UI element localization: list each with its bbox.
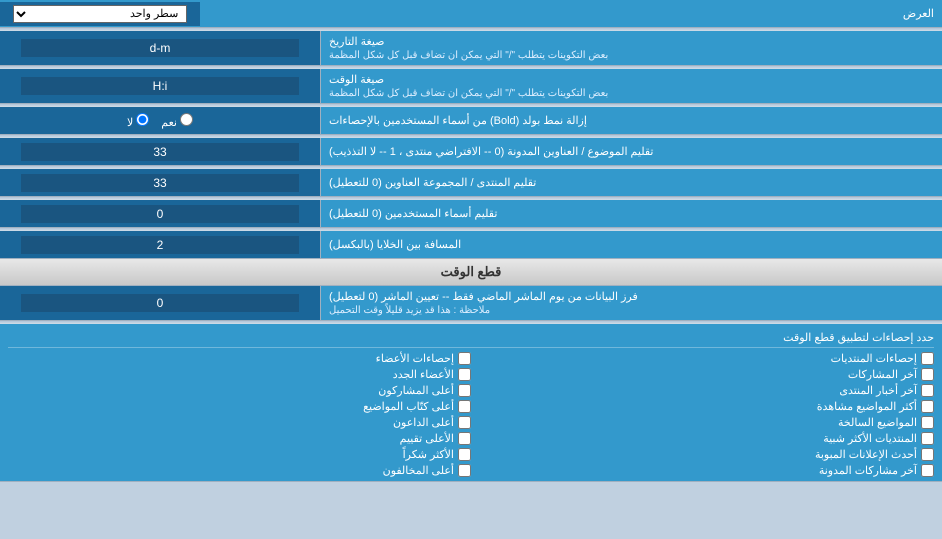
members-stats-label: إحصاءات الأعضاء (376, 352, 454, 365)
list-item: إحصاءات الأعضاء (8, 352, 471, 365)
date-format-input[interactable] (21, 39, 298, 57)
list-item: المواضيع السالخة (471, 416, 934, 429)
most-thanks-label: الأكثر شكراً (403, 448, 454, 461)
top-writers-label: أعلى كتّاب المواضيع (363, 400, 454, 413)
display-row: العرض سطر واحد سطرين ثلاثة أسطر (0, 0, 942, 28)
last-news-checkbox[interactable] (921, 384, 934, 397)
list-item: المنتديات الأكثر شبية (471, 432, 934, 445)
list-item: أعلى المخالفون (8, 464, 471, 477)
list-item: آخر مشاركات المدونة (471, 464, 934, 477)
display-select-wrapper: سطر واحد سطرين ثلاثة أسطر (0, 2, 200, 26)
forum-title-trim-input[interactable] (21, 174, 298, 192)
last-news-label: آخر أخبار المنتدى (839, 384, 917, 397)
cell-spacing-label: المسافة بين الخلايا (بالبكسل) (320, 231, 942, 258)
time-format-input[interactable] (21, 77, 298, 95)
stats-shares-checkbox[interactable] (921, 352, 934, 365)
bold-remove-row: إزالة نمط بولد (Bold) من أسماء المستخدمي… (0, 107, 942, 135)
cell-spacing-input-wrapper (0, 231, 320, 258)
checkbox-col-2: إحصاءات الأعضاء الأعضاء الجدد أعلى المشارك… (8, 352, 471, 477)
time-format-label: صيغة الوقت بعض التكوينات يتطلب "/" التي … (320, 69, 942, 103)
list-item: أعلى كتّاب المواضيع (8, 400, 471, 413)
cutoff-section-header: قطع الوقت (0, 259, 942, 286)
bold-yes-label[interactable]: نعم (161, 113, 193, 129)
date-format-row: صيغة التاريخ بعض التكوينات يتطلب "/" الت… (0, 31, 942, 66)
top-ignored-label: أعلى المخالفون (383, 464, 454, 477)
top-posters2-checkbox[interactable] (458, 416, 471, 429)
most-thanks-checkbox[interactable] (458, 448, 471, 461)
cell-spacing-input[interactable] (21, 236, 298, 254)
cutoff-days-label: فرز البيانات من يوم الماشر الماضي فقط --… (320, 286, 942, 320)
bold-remove-label: إزالة نمط بولد (Bold) من أسماء المستخدمي… (320, 107, 942, 134)
similar-forums-label: المنتديات الأكثر شبية (823, 432, 917, 445)
date-format-label: صيغة التاريخ بعض التكوينات يتطلب "/" الت… (320, 31, 942, 65)
bold-yes-radio[interactable] (180, 113, 193, 126)
time-format-row: صيغة الوقت بعض التكوينات يتطلب "/" التي … (0, 69, 942, 104)
top-raters-checkbox[interactable] (458, 432, 471, 445)
top-raters-label: الأعلى تقييم (400, 432, 454, 445)
bold-no-label[interactable]: لا (127, 113, 149, 129)
last-pinned-checkbox[interactable] (921, 464, 934, 477)
bold-remove-radio-wrapper: نعم لا (0, 107, 320, 134)
list-item: آخر المشاركات (471, 368, 934, 381)
recent-ads-label: أحدث الإعلانات المبوبة (815, 448, 917, 461)
username-trim-row: تقليم أسماء المستخدمين (0 للتعطيل) (0, 200, 942, 228)
recent-ads-checkbox[interactable] (921, 448, 934, 461)
checkboxes-title: حدد إحصاءات لتطبيق قطع الوقت (8, 328, 934, 348)
similar-forums-checkbox[interactable] (921, 432, 934, 445)
list-item: أحدث الإعلانات المبوبة (471, 448, 934, 461)
members-stats-checkbox[interactable] (458, 352, 471, 365)
last-posts-checkbox[interactable] (921, 368, 934, 381)
topic-title-trim-label: تقليم الموضوع / العناوين المدونة (0 -- ا… (320, 138, 942, 165)
forum-title-trim-row: تقليم المنتدى / المجموعة العناوين (0 للت… (0, 169, 942, 197)
date-format-input-wrapper (0, 31, 320, 65)
last-pinned-label: آخر مشاركات المدونة (819, 464, 917, 477)
list-item: آخر أخبار المنتدى (471, 384, 934, 397)
username-trim-input-wrapper (0, 200, 320, 227)
top-posters-checkbox[interactable] (458, 384, 471, 397)
main-container: العرض سطر واحد سطرين ثلاثة أسطر صيغة الت… (0, 0, 942, 482)
list-item: الأكثر شكراً (8, 448, 471, 461)
display-label: العرض (200, 3, 942, 24)
topic-title-trim-input-wrapper (0, 138, 320, 165)
cutoff-days-input-wrapper (0, 286, 320, 320)
checkboxes-section: حدد إحصاءات لتطبيق قطع الوقت إحصاءات الم… (0, 324, 942, 482)
username-trim-input[interactable] (21, 205, 298, 223)
topic-title-trim-row: تقليم الموضوع / العناوين المدونة (0 -- ا… (0, 138, 942, 166)
time-format-input-wrapper (0, 69, 320, 103)
last-posts-label: آخر المشاركات (848, 368, 917, 381)
list-item: الأعلى تقييم (8, 432, 471, 445)
top-writers-checkbox[interactable] (458, 400, 471, 413)
list-item: أعلى المشاركون (8, 384, 471, 397)
new-members-label: الأعضاء الجدد (393, 368, 454, 381)
checkbox-columns: إحصاءات المنتديات آخر المشاركات آخر أخبار … (8, 352, 934, 477)
cutoff-days-input[interactable] (21, 294, 298, 312)
topic-title-trim-input[interactable] (21, 143, 298, 161)
old-topics-checkbox[interactable] (921, 416, 934, 429)
most-viewed-label: أكثر المواضيع مشاهدة (817, 400, 917, 413)
list-item: إحصاءات المنتديات (471, 352, 934, 365)
bold-no-radio[interactable] (136, 113, 149, 126)
top-posters2-label: أعلى الداعون (393, 416, 454, 429)
new-members-checkbox[interactable] (458, 368, 471, 381)
forum-title-trim-label: تقليم المنتدى / المجموعة العناوين (0 للت… (320, 169, 942, 196)
checkbox-col-1: إحصاءات المنتديات آخر المشاركات آخر أخبار … (471, 352, 934, 477)
cutoff-days-row: فرز البيانات من يوم الماشر الماضي فقط --… (0, 286, 942, 321)
list-item: الأعضاء الجدد (8, 368, 471, 381)
most-viewed-checkbox[interactable] (921, 400, 934, 413)
top-ignored-checkbox[interactable] (458, 464, 471, 477)
stats-shares-label: إحصاءات المنتديات (831, 352, 917, 365)
top-posters-label: أعلى المشاركون (378, 384, 454, 397)
cell-spacing-row: المسافة بين الخلايا (بالبكسل) (0, 231, 942, 259)
display-select[interactable]: سطر واحد سطرين ثلاثة أسطر (13, 5, 188, 23)
old-topics-label: المواضيع السالخة (838, 416, 917, 429)
forum-title-trim-input-wrapper (0, 169, 320, 196)
username-trim-label: تقليم أسماء المستخدمين (0 للتعطيل) (320, 200, 942, 227)
list-item: أعلى الداعون (8, 416, 471, 429)
list-item: أكثر المواضيع مشاهدة (471, 400, 934, 413)
